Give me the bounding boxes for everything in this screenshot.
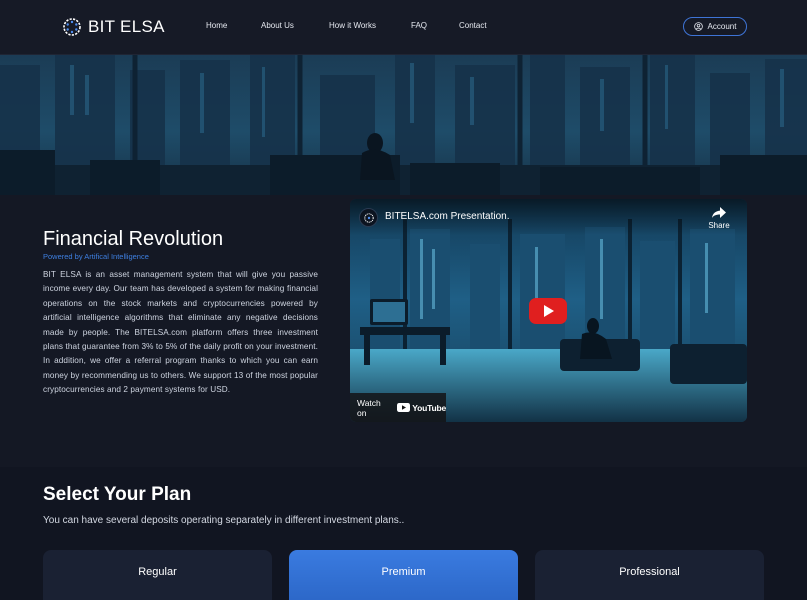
- share-button[interactable]: Share: [705, 207, 733, 230]
- logo-ring-icon: [363, 212, 374, 223]
- youtube-logo: YouTube: [397, 403, 446, 413]
- plans-title: Select Your Plan: [43, 484, 192, 505]
- plan-name: Professional: [619, 566, 680, 578]
- logo-text: BIT ELSA: [88, 17, 165, 36]
- user-circle-icon: [693, 22, 703, 31]
- watch-on-youtube-link[interactable]: Watch on YouTube: [350, 393, 446, 422]
- logo-ring-icon: [63, 18, 81, 36]
- plan-card-professional[interactable]: Professional: [535, 550, 764, 600]
- nav-contact[interactable]: Contact: [459, 21, 487, 30]
- plans-subtitle: You can have several deposits operating …: [43, 515, 405, 526]
- video-title[interactable]: BITELSA.com Presentation.: [385, 211, 510, 222]
- youtube-play-icon: [397, 403, 411, 412]
- nav-how-it-works[interactable]: How it Works: [329, 21, 376, 30]
- play-icon: [544, 305, 554, 317]
- intro-subtitle: Powered by Artifical Intelligence: [43, 252, 149, 261]
- watch-on-label: Watch on: [357, 397, 381, 418]
- account-button[interactable]: Account: [683, 17, 747, 36]
- nav-faq[interactable]: FAQ: [411, 21, 427, 30]
- site-logo[interactable]: BIT ELSA: [62, 14, 165, 40]
- intro-body-text: BIT ELSA is an asset management system t…: [43, 270, 318, 395]
- plan-card-premium[interactable]: Premium: [289, 550, 518, 600]
- presentation-video-embed[interactable]: BITELSA.com Presentation. Share Watch on…: [350, 199, 747, 422]
- channel-avatar[interactable]: [359, 208, 378, 227]
- plan-card-regular[interactable]: Regular: [43, 550, 272, 600]
- play-button[interactable]: [529, 298, 567, 324]
- nav-about-us[interactable]: About Us: [261, 21, 294, 30]
- plan-name: Regular: [138, 566, 177, 578]
- site-header: BIT ELSA Home About Us How it Works FAQ …: [0, 0, 807, 55]
- share-label: Share: [708, 221, 730, 230]
- intro-title: Financial Revolution: [43, 228, 224, 250]
- youtube-wordmark: YouTube: [412, 402, 446, 413]
- account-label: Account: [707, 22, 737, 31]
- share-arrow-icon: [712, 207, 726, 218]
- nav-home[interactable]: Home: [206, 21, 227, 30]
- plan-name: Premium: [381, 566, 426, 578]
- hero-banner-image: [0, 55, 807, 195]
